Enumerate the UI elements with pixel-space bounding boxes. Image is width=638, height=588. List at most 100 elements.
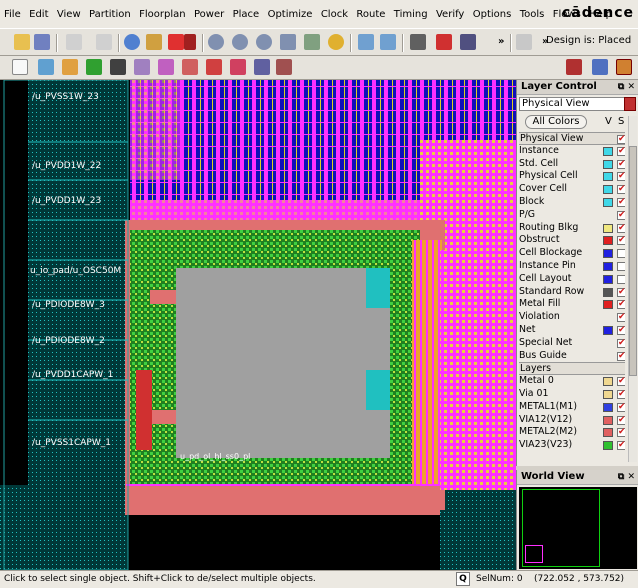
menu-partition[interactable]: Partition (89, 9, 131, 20)
layer-row[interactable]: Physical Cell (519, 170, 625, 183)
layer-color-swatch[interactable] (603, 377, 613, 387)
warning-icon[interactable] (436, 34, 452, 50)
layer-row[interactable]: Instance (519, 145, 625, 158)
zoom-fit-icon[interactable] (280, 34, 296, 50)
layer-row[interactable]: Block (519, 196, 625, 209)
layer-color-swatch[interactable] (603, 428, 613, 438)
zoom-previous-icon[interactable] (304, 34, 320, 50)
visible-checkbox[interactable] (617, 324, 625, 337)
layer-color-swatch[interactable] (603, 261, 613, 271)
world-view-viewport[interactable] (525, 545, 543, 563)
network-icon[interactable] (592, 59, 608, 75)
color-picker-icon[interactable] (168, 34, 184, 50)
binoculars-icon[interactable] (410, 34, 426, 50)
visible-checkbox[interactable] (617, 196, 625, 209)
chevron-down-icon[interactable] (624, 97, 636, 111)
layer-row[interactable]: Layers (519, 362, 625, 376)
visible-checkbox[interactable] (617, 414, 625, 426)
pin-label[interactable]: /u_PVDD1CAPW_1 (32, 370, 113, 380)
menu-power[interactable]: Power (194, 9, 224, 20)
menu-options[interactable]: Options (473, 9, 512, 20)
visible-checkbox[interactable] (617, 133, 625, 146)
layer-color-swatch[interactable] (603, 300, 613, 310)
visible-checkbox[interactable] (617, 337, 625, 350)
panel-layout-icon[interactable] (566, 59, 582, 75)
pin-label[interactable]: /u_PVDD1W_23 (32, 196, 101, 206)
layer-color-swatch[interactable] (603, 185, 613, 195)
menu-place[interactable]: Place (233, 9, 260, 20)
visible-checkbox[interactable] (617, 286, 625, 298)
layer-row[interactable]: P/G (519, 209, 625, 222)
grid-icon[interactable] (276, 59, 292, 75)
layer-row[interactable]: VIA12(V12) (519, 414, 625, 426)
layer-color-swatch[interactable] (603, 287, 613, 297)
layout-canvas[interactable]: /u_PVSS1W_23 /u_PVDD1W_22 /u_PVDD1W_23 u… (0, 80, 516, 570)
scissors-icon[interactable] (182, 59, 198, 75)
undo-icon[interactable] (66, 34, 82, 50)
hierarchy-icon[interactable] (358, 34, 374, 50)
layer-row[interactable]: Cell Blockage (519, 247, 625, 260)
zoom-icon[interactable] (208, 34, 224, 50)
copy-icon[interactable] (230, 59, 246, 75)
move-icon[interactable] (38, 59, 54, 75)
pin-label[interactable]: /u_PVSS1CAPW_1 (32, 438, 111, 448)
layer-color-swatch[interactable] (603, 441, 613, 451)
cut-icon[interactable] (158, 59, 174, 75)
visible-checkbox[interactable] (617, 401, 625, 414)
visible-checkbox[interactable] (617, 274, 625, 284)
layer-color-swatch[interactable] (603, 325, 613, 335)
open-folder-icon[interactable] (14, 34, 30, 50)
menu-clock[interactable]: Clock (321, 9, 348, 20)
visible-checkbox[interactable] (617, 439, 625, 452)
menu-floorplan[interactable]: Floorplan (139, 9, 185, 20)
menu-tools[interactable]: Tools (520, 9, 545, 20)
menu-route[interactable]: Route (356, 9, 385, 20)
layer-row[interactable]: Standard Row (519, 286, 625, 298)
layer-row[interactable]: Metal Fill (519, 298, 625, 311)
pin-label[interactable]: u_io_pad/u_OSC50M (30, 266, 121, 276)
layer-row[interactable]: Net (519, 324, 625, 337)
visible-checkbox[interactable] (617, 311, 625, 324)
box-icon[interactable] (86, 59, 102, 75)
layer-row[interactable]: Bus Guide (519, 350, 625, 362)
visible-checkbox[interactable] (617, 158, 625, 170)
visible-checkbox[interactable] (617, 261, 625, 271)
visible-checkbox[interactable] (617, 298, 625, 311)
layer-color-swatch[interactable] (603, 236, 613, 246)
menu-verify[interactable]: Verify (436, 9, 464, 20)
menu-optimize[interactable]: Optimize (268, 9, 313, 20)
panel-float-close-icon[interactable]: ⧉ ✕ (618, 80, 635, 94)
layers-panel-icon[interactable] (616, 59, 632, 75)
pin-label[interactable]: /u_PDIODE8W_3 (32, 300, 105, 310)
layout-icon[interactable] (516, 34, 532, 50)
ruler-icon[interactable] (110, 59, 126, 75)
visible-checkbox[interactable] (617, 249, 625, 259)
layer-row[interactable]: Routing Blkg (519, 222, 625, 234)
visible-checkbox[interactable] (617, 209, 625, 222)
macro-label[interactable]: u_pd_ol_hl_ss0_pl (180, 452, 250, 461)
layer-row[interactable]: Violation (519, 311, 625, 324)
layer-color-swatch[interactable] (603, 146, 613, 156)
layer-color-swatch[interactable] (603, 389, 613, 399)
stretch-icon[interactable] (134, 59, 150, 75)
menu-edit[interactable]: Edit (29, 9, 48, 20)
panel-float-close-icon[interactable]: ⧉ ✕ (618, 470, 635, 484)
visible-checkbox[interactable] (617, 183, 625, 196)
wire-icon[interactable] (62, 59, 78, 75)
layer-row[interactable]: Metal 0 (519, 375, 625, 388)
scrollbar-thumb[interactable] (629, 146, 637, 376)
redo-icon[interactable] (96, 34, 112, 50)
layer-color-swatch[interactable] (603, 223, 613, 233)
zoom-out-icon[interactable] (256, 34, 272, 50)
dropdown-arrow-icon[interactable] (184, 34, 196, 50)
layer-color-swatch[interactable] (603, 197, 613, 207)
layer-row[interactable]: Physical View (519, 132, 625, 146)
layer-color-swatch[interactable] (603, 159, 613, 169)
world-view-canvas[interactable] (519, 487, 637, 569)
layer-list-scrollbar[interactable] (628, 116, 637, 462)
layer-row[interactable]: METAL1(M1) (519, 401, 625, 414)
pin-label[interactable]: /u_PVSS1W_23 (32, 92, 99, 102)
query-button[interactable]: Q (456, 572, 470, 586)
layer-row[interactable]: Cover Cell (519, 183, 625, 196)
info-icon[interactable] (124, 34, 140, 50)
